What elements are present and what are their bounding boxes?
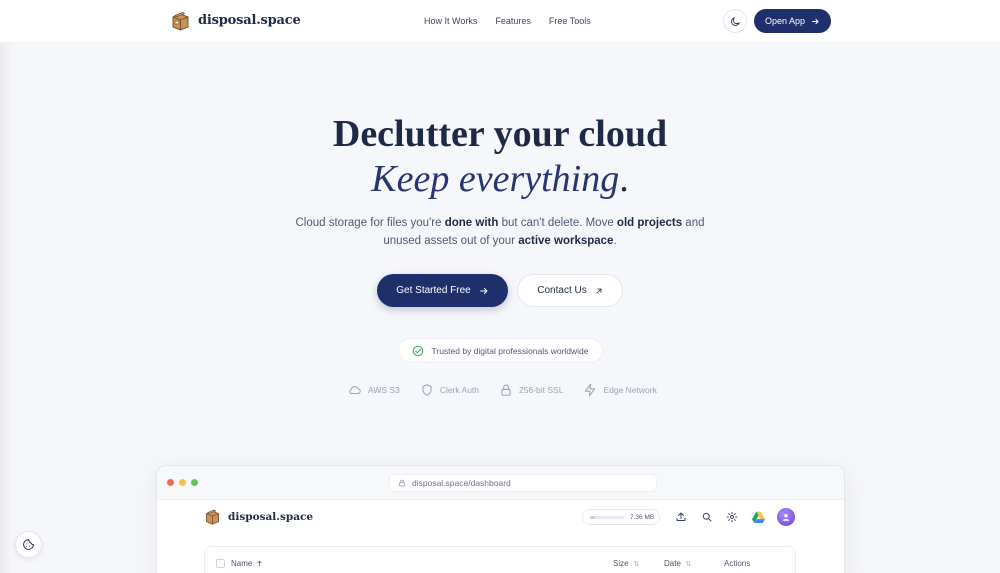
window-maximize-dot — [191, 479, 198, 486]
google-drive-icon — [751, 510, 765, 524]
brand-logo-link[interactable]: disposal.space — [170, 10, 301, 31]
badge-aws-s3: AWS S3 — [348, 383, 400, 397]
hero-subtitle: Keep everything. — [0, 157, 1000, 201]
column-actions-label: Actions — [724, 559, 751, 568]
tech-badges: AWS S3 Clerk Auth 256-bit SSL Edge Netwo… — [348, 383, 657, 397]
trust-text: Trusted by digital professionals worldwi… — [431, 345, 589, 356]
brand-name: disposal.space — [198, 13, 301, 28]
mockup-brand: disposal.space — [204, 508, 313, 525]
gear-icon — [725, 510, 739, 524]
get-started-label: Get Started Free — [396, 285, 471, 296]
window-close-dot — [167, 479, 174, 486]
nav-link-free-tools[interactable]: Free Tools — [549, 16, 591, 26]
shield-icon — [422, 384, 432, 396]
avatar — [777, 508, 795, 526]
desc-emphasis: done with — [444, 217, 499, 229]
hero-description: Cloud storage for files you're done with… — [290, 214, 710, 250]
lightning-icon — [585, 383, 596, 397]
mockup-brand-name: disposal.space — [228, 510, 314, 523]
select-all-checkbox — [216, 559, 225, 568]
desc-text: Cloud storage for files you're — [295, 217, 445, 229]
column-date: Date — [664, 559, 692, 568]
storage-indicator: 7.36 MB — [582, 509, 660, 525]
sort-icon — [685, 560, 692, 567]
contact-us-button[interactable]: Contact Us — [517, 274, 623, 307]
user-icon — [782, 514, 790, 521]
nav-link-how-it-works[interactable]: How It Works — [424, 16, 477, 26]
address-bar: disposal.space/dashboard — [389, 474, 657, 492]
open-app-button[interactable]: Open App — [754, 9, 831, 33]
column-size: Size — [613, 559, 640, 568]
badge-edge-network: Edge Network — [583, 383, 657, 397]
browser-toolbar: disposal.space/dashboard — [157, 466, 844, 500]
arrow-up-right-icon — [596, 288, 602, 293]
address-url: disposal.space/dashboard — [412, 478, 511, 488]
badge-ssl: 256-bit SSL — [499, 383, 563, 397]
nav-link-features[interactable]: Features — [495, 16, 531, 26]
box-logo-icon — [172, 12, 189, 31]
arrow-right-icon — [479, 287, 488, 294]
top-nav: disposal.space How It Works Features Fre… — [0, 0, 1000, 43]
badge-label: Clerk Auth — [439, 385, 480, 395]
storage-track — [590, 515, 624, 519]
desc-text: . — [613, 235, 617, 247]
badge-label: Edge Network — [603, 385, 657, 395]
cookie-settings-button[interactable] — [15, 531, 42, 558]
hero-subtitle-text: Keep everything — [371, 158, 620, 200]
arrow-right-icon — [812, 18, 819, 24]
desc-text: but can't delete. Move — [498, 217, 617, 229]
badge-label: 256-bit SSL — [519, 385, 564, 395]
box-logo-icon — [206, 509, 219, 525]
dashboard-preview: disposal.space/dashboard disposal.space … — [156, 465, 845, 573]
cookie-icon — [23, 539, 34, 550]
theme-toggle-button[interactable] — [723, 9, 747, 33]
window-minimize-dot — [179, 479, 186, 486]
lock-icon — [399, 479, 405, 487]
badge-label: AWS S3 — [368, 385, 400, 395]
check-circle-icon — [413, 345, 424, 356]
file-table-header: Name Size Date Actions — [204, 546, 796, 573]
arrow-up-icon — [257, 560, 262, 567]
page-edge-shadow — [0, 0, 12, 573]
column-date-label: Date — [664, 559, 681, 568]
sort-icon — [633, 560, 639, 567]
storage-used: 7.36 MB — [630, 513, 655, 521]
contact-us-label: Contact Us — [537, 285, 587, 296]
desc-emphasis: old projects — [616, 217, 683, 229]
trust-badge: Trusted by digital professionals worldwi… — [398, 338, 603, 363]
badge-clerk-auth: Clerk Auth — [420, 383, 479, 397]
nav-links: How It Works Features Free Tools — [424, 16, 591, 26]
storage-fill — [590, 515, 596, 519]
open-app-label: Open App — [764, 16, 806, 26]
moon-icon — [730, 16, 740, 26]
column-name: Name — [231, 559, 263, 568]
column-name-label: Name — [231, 559, 253, 568]
get-started-button[interactable]: Get Started Free — [377, 274, 508, 307]
cloud-icon — [349, 386, 361, 395]
desc-emphasis: active workspace — [518, 235, 614, 247]
lock-icon — [501, 384, 511, 396]
search-icon — [700, 510, 714, 524]
hero-subtitle-dot: . — [619, 158, 629, 200]
upload-icon — [674, 510, 688, 524]
column-actions: Actions — [724, 559, 750, 568]
column-size-label: Size — [613, 559, 629, 568]
hero-title: Declutter your cloud — [332, 113, 668, 155]
